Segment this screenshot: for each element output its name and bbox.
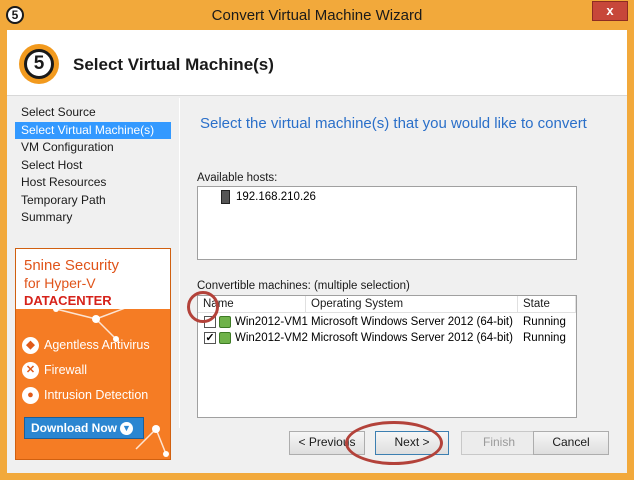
host-item[interactable]: 192.168.210.26	[221, 189, 316, 205]
available-hosts-label: Available hosts:	[197, 172, 278, 184]
vm-os: Microsoft Windows Server 2012 (64-bit)	[311, 316, 513, 328]
promo-brand: 5nine Security	[24, 257, 120, 274]
table-header: Name Operating System State	[198, 296, 576, 313]
main-content: Select the virtual machine(s) that you w…	[179, 98, 627, 428]
window-title: Convert Virtual Machine Wizard	[211, 7, 423, 24]
finish-button: Finish	[461, 431, 537, 455]
next-button-highlight-annotation	[345, 421, 443, 465]
wizard-client-area: 5 Select Virtual Machine(s) Select Sourc…	[7, 30, 627, 473]
column-header-os[interactable]: Operating System	[306, 296, 518, 313]
convertible-machines-label: Convertible machines: (multiple selectio…	[197, 280, 410, 292]
step-badge-icon: 5	[19, 44, 59, 84]
promo-banner[interactable]: 5nine Security for Hyper-V DATACENTER ◆ …	[15, 248, 171, 460]
promo-feature-intrusion: ● Intrusion Detection	[22, 385, 148, 405]
nav-step-select-source[interactable]: Select Source	[15, 104, 171, 122]
convertible-machines-table[interactable]: Name Operating System State Win2012-VM1 …	[197, 295, 577, 418]
nav-step-summary[interactable]: Summary	[15, 209, 171, 227]
nav-step-host-resources[interactable]: Host Resources	[15, 174, 171, 192]
vm-name: Win2012-VM1	[235, 316, 308, 328]
vm-checkbox[interactable]: ✓	[204, 332, 216, 344]
promo-feature-antivirus: ◆ Agentless Antivirus	[22, 335, 150, 355]
wizard-steps-nav: Select Source Select Virtual Machine(s) …	[15, 104, 171, 227]
promo-feature-label: Agentless Antivirus	[44, 338, 150, 352]
download-now-label: Download Now	[31, 421, 117, 435]
vm-name: Win2012-VM2	[235, 332, 308, 344]
promo-feature-firewall: ✕ Firewall	[22, 360, 87, 380]
firewall-icon: ✕	[22, 362, 39, 380]
download-now-button[interactable]: Download Now ▼	[24, 417, 144, 439]
shield-icon: ◆	[22, 337, 39, 355]
nav-step-temporary-path[interactable]: Temporary Path	[15, 192, 171, 210]
nav-step-vm-configuration[interactable]: VM Configuration	[15, 139, 171, 157]
title-bar[interactable]: 5 Convert Virtual Machine Wizard x	[0, 0, 634, 30]
download-arrow-icon: ▼	[120, 422, 133, 436]
column-header-state[interactable]: State	[518, 296, 576, 313]
close-button[interactable]: x	[592, 1, 628, 21]
promo-feature-label: Firewall	[44, 363, 88, 377]
available-hosts-list[interactable]: 192.168.210.26	[197, 186, 577, 260]
wizard-header: 5 Select Virtual Machine(s)	[7, 30, 627, 96]
intrusion-icon: ●	[22, 387, 39, 405]
nav-step-select-vms[interactable]: Select Virtual Machine(s)	[15, 121, 171, 139]
server-icon	[221, 189, 230, 204]
cancel-button[interactable]: Cancel	[533, 431, 609, 455]
page-title: Select Virtual Machine(s)	[73, 55, 274, 74]
wizard-window: 5 Convert Virtual Machine Wizard x 5 Sel…	[0, 0, 634, 480]
vm-os: Microsoft Windows Server 2012 (64-bit)	[311, 332, 513, 344]
instruction-text: Select the virtual machine(s) that you w…	[200, 115, 587, 132]
vm-state: Running	[523, 332, 566, 344]
table-row[interactable]: Win2012-VM1 Microsoft Windows Server 201…	[198, 314, 576, 330]
step-number: 5	[24, 49, 54, 79]
nav-step-select-host[interactable]: Select Host	[15, 157, 171, 175]
table-row[interactable]: ✓ Win2012-VM2 Microsoft Windows Server 2…	[198, 330, 576, 346]
vm-state: Running	[523, 316, 566, 328]
promo-feature-label: Intrusion Detection	[44, 388, 149, 402]
host-address: 192.168.210.26	[236, 191, 316, 203]
checkbox-highlight-annotation	[187, 291, 219, 323]
